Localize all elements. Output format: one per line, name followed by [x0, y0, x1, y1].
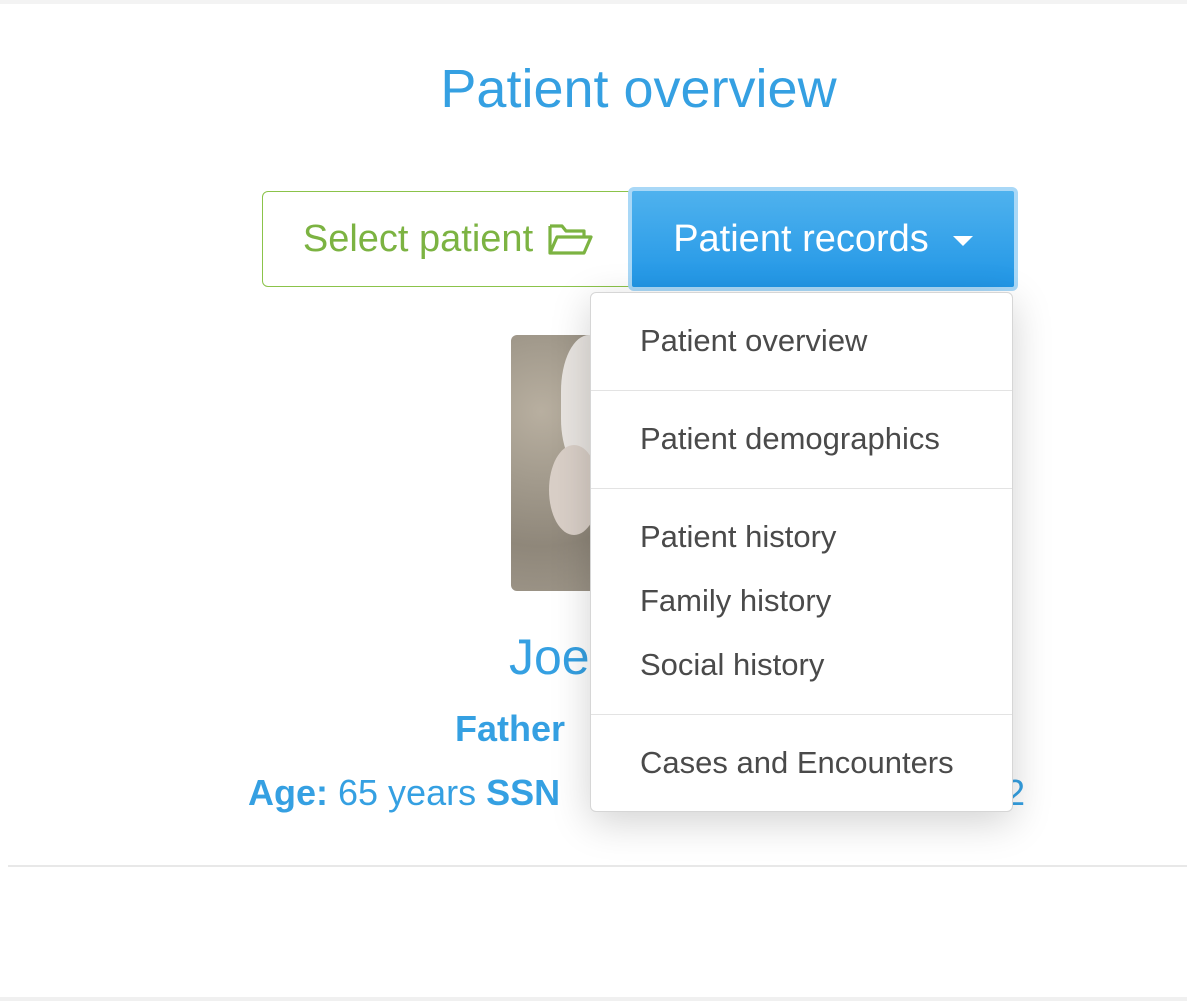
page: Patient overview Select patient Patient …: [0, 0, 1187, 1001]
menu-item-family-history[interactable]: Family history: [640, 583, 831, 619]
menu-item-patient-history[interactable]: Patient history: [640, 519, 836, 555]
section-divider: [8, 865, 1187, 867]
page-title: Patient overview: [440, 59, 837, 119]
menu-divider: [591, 390, 1012, 391]
patient-relation: Father: [455, 708, 566, 749]
select-patient-button[interactable]: Select patient: [262, 191, 634, 287]
patient-records-menu: Patient overview Patient demographics Pa…: [590, 292, 1013, 812]
patient-info-line: Age: 65 years SSN: [248, 772, 560, 814]
menu-item-patient-overview[interactable]: Patient overview: [640, 323, 867, 359]
patient-records-dropdown-button[interactable]: Patient records: [628, 187, 1018, 291]
menu-item-social-history[interactable]: Social history: [640, 647, 824, 683]
age-value: 65 years: [338, 772, 477, 813]
age-label: Age:: [248, 772, 328, 813]
menu-divider: [591, 714, 1012, 715]
menu-divider: [591, 488, 1012, 489]
top-rule: [0, 0, 1187, 4]
folder-open-icon: [547, 222, 593, 256]
patient-records-label: Patient records: [673, 217, 929, 260]
select-patient-label: Select patient: [302, 217, 534, 260]
ssn-label: SSN: [486, 772, 561, 813]
patient-name: Joe: [509, 629, 590, 685]
caret-down-icon: [952, 236, 973, 246]
bottom-rule: [0, 997, 1187, 1001]
menu-item-cases-and-encounters[interactable]: Cases and Encounters: [640, 745, 954, 781]
menu-item-patient-demographics[interactable]: Patient demographics: [640, 421, 940, 457]
